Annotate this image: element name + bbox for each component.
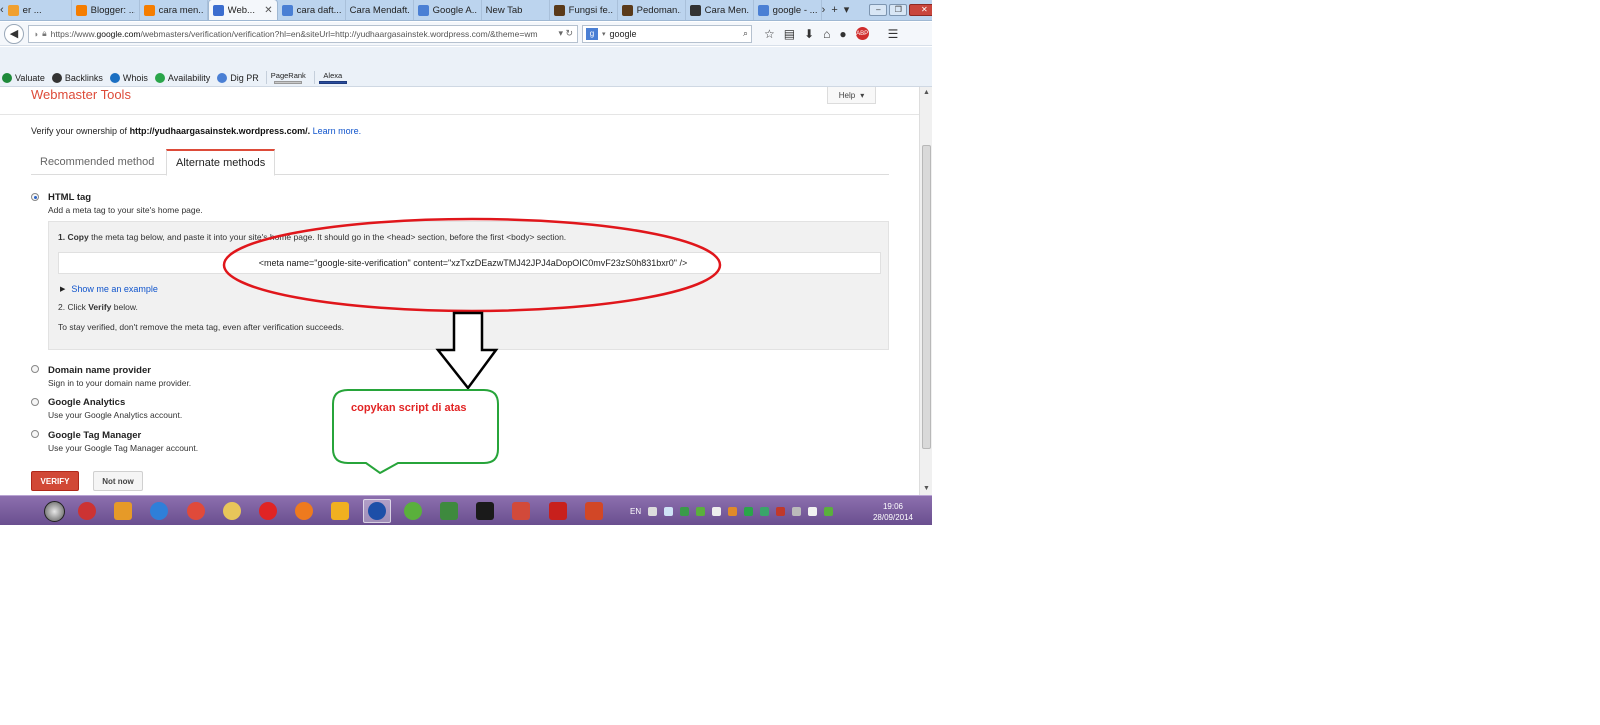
taskbar-app-button[interactable] [145, 499, 173, 523]
taskbar-app-button[interactable] [218, 499, 246, 523]
shield-icon[interactable] [680, 506, 690, 516]
taskbar-app-button[interactable] [290, 499, 318, 523]
chrome-icon [187, 502, 205, 520]
language-indicator[interactable]: EN [630, 507, 641, 516]
callout-text: copykan script di atas [351, 402, 467, 414]
clock-time: 19:06 [882, 502, 904, 511]
battery-icon[interactable] [744, 506, 754, 516]
powerpoint-icon [585, 502, 603, 520]
taskbar-app-button[interactable] [73, 499, 101, 523]
network-error-icon[interactable] [776, 506, 786, 516]
start-button-icon[interactable] [44, 501, 65, 522]
utorrent-icon [404, 502, 422, 520]
taskbar-app-button[interactable] [507, 499, 535, 523]
app-tray-icon[interactable] [824, 506, 834, 516]
clock-date: 28/09/2014 [872, 513, 914, 522]
monitor-icon [440, 502, 458, 520]
firefox-active-icon [368, 502, 386, 520]
taskbar-app-button[interactable] [580, 499, 608, 523]
terminal-icon [476, 502, 494, 520]
file-explorer-icon [223, 502, 241, 520]
utorrent-tray-icon[interactable] [696, 506, 706, 516]
signal-icon[interactable] [792, 506, 802, 516]
winamp-icon [331, 502, 349, 520]
taskbar-app-button[interactable] [109, 499, 137, 523]
annotation-overlay [222, 217, 722, 475]
system-tray: EN [630, 496, 834, 525]
taskbar-app-button[interactable] [363, 499, 391, 523]
taskbar-app-button[interactable] [182, 499, 210, 523]
media-player-icon [114, 502, 132, 520]
book-icon [512, 502, 530, 520]
taskbar-app-button[interactable] [544, 499, 572, 523]
highlight-ellipse [222, 217, 722, 313]
acrobat-icon [549, 502, 567, 520]
network-icon[interactable] [664, 506, 674, 516]
firefox-icon [295, 502, 313, 520]
volume-icon[interactable] [712, 506, 722, 516]
taskbar-app-button[interactable] [326, 499, 354, 523]
taskbar-app-button[interactable] [435, 499, 463, 523]
taskbar-app-button[interactable] [254, 499, 282, 523]
opera-icon [259, 502, 277, 520]
internet-explorer-icon [150, 502, 168, 520]
taskbar-app-button[interactable] [471, 499, 499, 523]
clipboard-icon[interactable] [808, 506, 818, 516]
clock[interactable]: 19:06 28/09/2014 [868, 501, 918, 523]
taskbar-app-button[interactable] [399, 499, 427, 523]
warning-icon[interactable] [728, 506, 738, 516]
update-icon[interactable] [760, 506, 770, 516]
wifi-icon[interactable] [648, 506, 658, 516]
down-arrow-shape [435, 311, 499, 391]
screenshot-area: ‹ er ... Blogger: ... cara men... Web... ✕ ca… [0, 0, 932, 525]
ccleaner-icon [78, 502, 96, 520]
windows-taskbar: EN 19:06 28/09/2014 [0, 495, 932, 525]
